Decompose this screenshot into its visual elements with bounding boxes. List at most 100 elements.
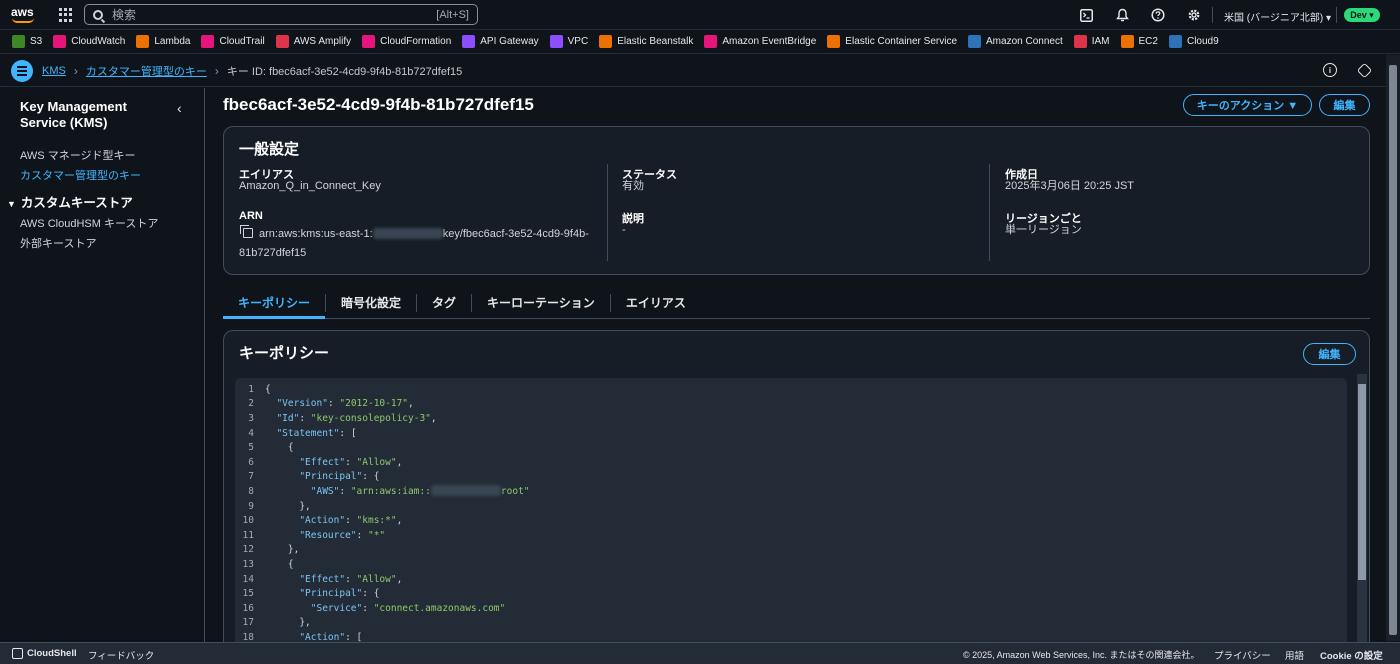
services-menu-icon[interactable] (59, 8, 73, 22)
sidebar-item-customer-managed-keys[interactable]: カスタマー管理型のキー (20, 167, 141, 183)
tab-encryption-settings[interactable]: 暗号化設定 (326, 287, 416, 318)
breadcrumb-kms[interactable]: KMS (42, 65, 66, 77)
gear-icon[interactable] (1186, 7, 1202, 23)
code-text: "Principal": { (265, 471, 379, 482)
ec2-icon (1120, 35, 1134, 48)
tab-aliases[interactable]: エイリアス (611, 287, 701, 318)
json-key: "Effect" (299, 573, 346, 585)
code-text: "Resource": "*" (265, 530, 385, 541)
favorites-bar: S3 CloudWatch Lambda CloudTrail AWS Amplify C… (0, 30, 1400, 54)
footer: CloudShell フィードバック © 2025, Amazon Web Se… (0, 642, 1400, 664)
json-punct: , (396, 515, 403, 527)
feedback-link[interactable]: フィードバック (88, 648, 154, 662)
favorite-amplify[interactable]: AWS Amplify (275, 35, 351, 48)
json-string: "Allow" (356, 456, 397, 468)
line-number: 5 (248, 442, 254, 454)
code-line: 8 "AWS": "arn:aws:iam:: root" (235, 484, 1347, 499)
json-punct: { (265, 558, 294, 570)
code-text: "AWS": "arn:aws:iam:: root" (265, 485, 530, 497)
code-text: "Service": "connect.amazonaws.com" (265, 603, 506, 614)
search-icon (93, 9, 103, 20)
search-input[interactable]: 検索 [Alt+S] (84, 4, 478, 25)
favorite-beanstalk[interactable]: Elastic Beanstalk (599, 35, 693, 48)
cookie-settings-link[interactable]: Cookie の設定 (1320, 648, 1383, 662)
json-punct: : (356, 529, 368, 541)
alias-value: Amazon_Q_in_Connect_Key (239, 180, 381, 192)
line-number: 17 (242, 617, 254, 629)
page-scrollbar-thumb[interactable] (1389, 65, 1397, 635)
page-scrollbar[interactable] (1386, 55, 1400, 641)
eventbridge-icon (704, 35, 718, 48)
favorite-cloudformation[interactable]: CloudFormation (362, 35, 451, 48)
aws-logo[interactable]: aws (11, 6, 37, 24)
favorite-api-gateway[interactable]: API Gateway (462, 35, 539, 48)
json-punct (265, 428, 276, 439)
sidebar-item-external-key-stores[interactable]: 外部キーストア (20, 235, 96, 251)
search-placeholder: 検索 (112, 8, 137, 22)
policy-edit-button[interactable]: 編集 (1303, 343, 1356, 365)
favorite-cloudtrail[interactable]: CloudTrail (201, 35, 265, 48)
code-line: 5 { (235, 440, 1347, 455)
json-key: "Version" (276, 398, 328, 410)
tab-tags[interactable]: タグ (417, 287, 471, 318)
info-icon[interactable]: i (1323, 63, 1337, 77)
edit-button[interactable]: 編集 (1319, 94, 1370, 116)
json-string: "arn:aws:iam:: (350, 486, 431, 498)
favorite-vpc[interactable]: VPC (549, 35, 589, 48)
code-scrollbar[interactable] (1357, 374, 1367, 642)
favorite-ec2[interactable]: EC2 (1120, 35, 1158, 48)
favorite-label: IAM (1091, 36, 1110, 47)
favorite-label: CloudWatch (71, 36, 126, 47)
favorite-cloud9[interactable]: Cloud9 (1168, 35, 1219, 48)
favorite-connect[interactable]: Amazon Connect (968, 35, 1063, 48)
line-number: 4 (248, 427, 254, 439)
sidebar-item-cloudhsm[interactable]: AWS CloudHSM キーストア (20, 215, 158, 231)
tab-key-rotation[interactable]: キーローテーション (472, 287, 610, 318)
ecs-icon (827, 35, 841, 48)
bell-icon[interactable] (1114, 7, 1130, 23)
settings-icon[interactable] (1356, 62, 1373, 79)
key-actions-button[interactable]: キーのアクション ▼ (1183, 94, 1312, 116)
favorite-label: Cloud9 (1186, 36, 1219, 47)
tab-key-policy[interactable]: キーポリシー (223, 287, 326, 319)
breadcrumb-bar: KMS › カスタマー管理型のキー › キー ID: fbec6acf-3e52… (0, 55, 1386, 87)
line-number: 14 (242, 573, 254, 585)
breadcrumb-customer-managed-keys[interactable]: カスタマー管理型のキー (86, 63, 207, 79)
line-number: 15 (242, 588, 254, 600)
sidebar-title[interactable]: Key Management Service (KMS) (20, 99, 170, 131)
help-icon[interactable] (1150, 7, 1166, 23)
region-selector[interactable]: 米国 (バージニア北部) ▾ (1224, 9, 1331, 24)
line-number: 7 (248, 471, 254, 483)
privacy-link[interactable]: プライバシー (1214, 648, 1271, 662)
json-punct: , (408, 398, 414, 410)
favorite-lambda[interactable]: Lambda (136, 35, 190, 48)
cloudshell-icon[interactable] (1078, 7, 1094, 23)
policy-code-editor[interactable]: 1{2 "Version": "2012-10-17", 3 "Id": "key… (235, 378, 1347, 646)
favorite-iam[interactable]: IAM (1073, 35, 1110, 48)
cloudtrail-icon (201, 35, 215, 48)
cloudshell-link[interactable]: CloudShell (27, 648, 77, 659)
sidebar-group-custom-key-stores[interactable]: ▼ カスタムキーストア (7, 192, 133, 211)
key-policy-heading: キーポリシー (239, 345, 330, 362)
favorite-eventbridge[interactable]: Amazon EventBridge (704, 35, 816, 48)
collapse-sidebar-icon[interactable]: ‹ (177, 100, 182, 116)
json-punct: : { (362, 471, 380, 483)
cloudshell-footer-icon[interactable] (12, 648, 23, 659)
favorite-ecs[interactable]: Elastic Container Service (827, 35, 957, 48)
redacted-account-id (430, 485, 501, 497)
favorite-label: VPC (567, 36, 589, 47)
terms-link[interactable]: 用語 (1285, 648, 1304, 662)
code-text: "Statement": [ (265, 428, 356, 439)
copy-icon[interactable] (240, 225, 253, 238)
favorite-cloudwatch[interactable]: CloudWatch (53, 35, 125, 48)
key-policy-panel: キーポリシー 編集 1{2 "Version": "2012-10-17", 3 … (223, 330, 1370, 660)
sidebar-item-aws-managed-keys[interactable]: AWS マネージド型キー (20, 147, 135, 163)
favorite-s3[interactable]: S3 (12, 35, 42, 48)
scrollbar-thumb[interactable] (1358, 384, 1366, 580)
account-menu[interactable]: Dev ▾ (1344, 8, 1380, 22)
hamburger-menu-icon[interactable] (11, 60, 33, 82)
json-punct: { (265, 383, 271, 395)
json-punct: : { (362, 588, 380, 600)
code-line: 12 }, (235, 543, 1347, 558)
regionality-value: 単一リージョン (1005, 224, 1082, 236)
